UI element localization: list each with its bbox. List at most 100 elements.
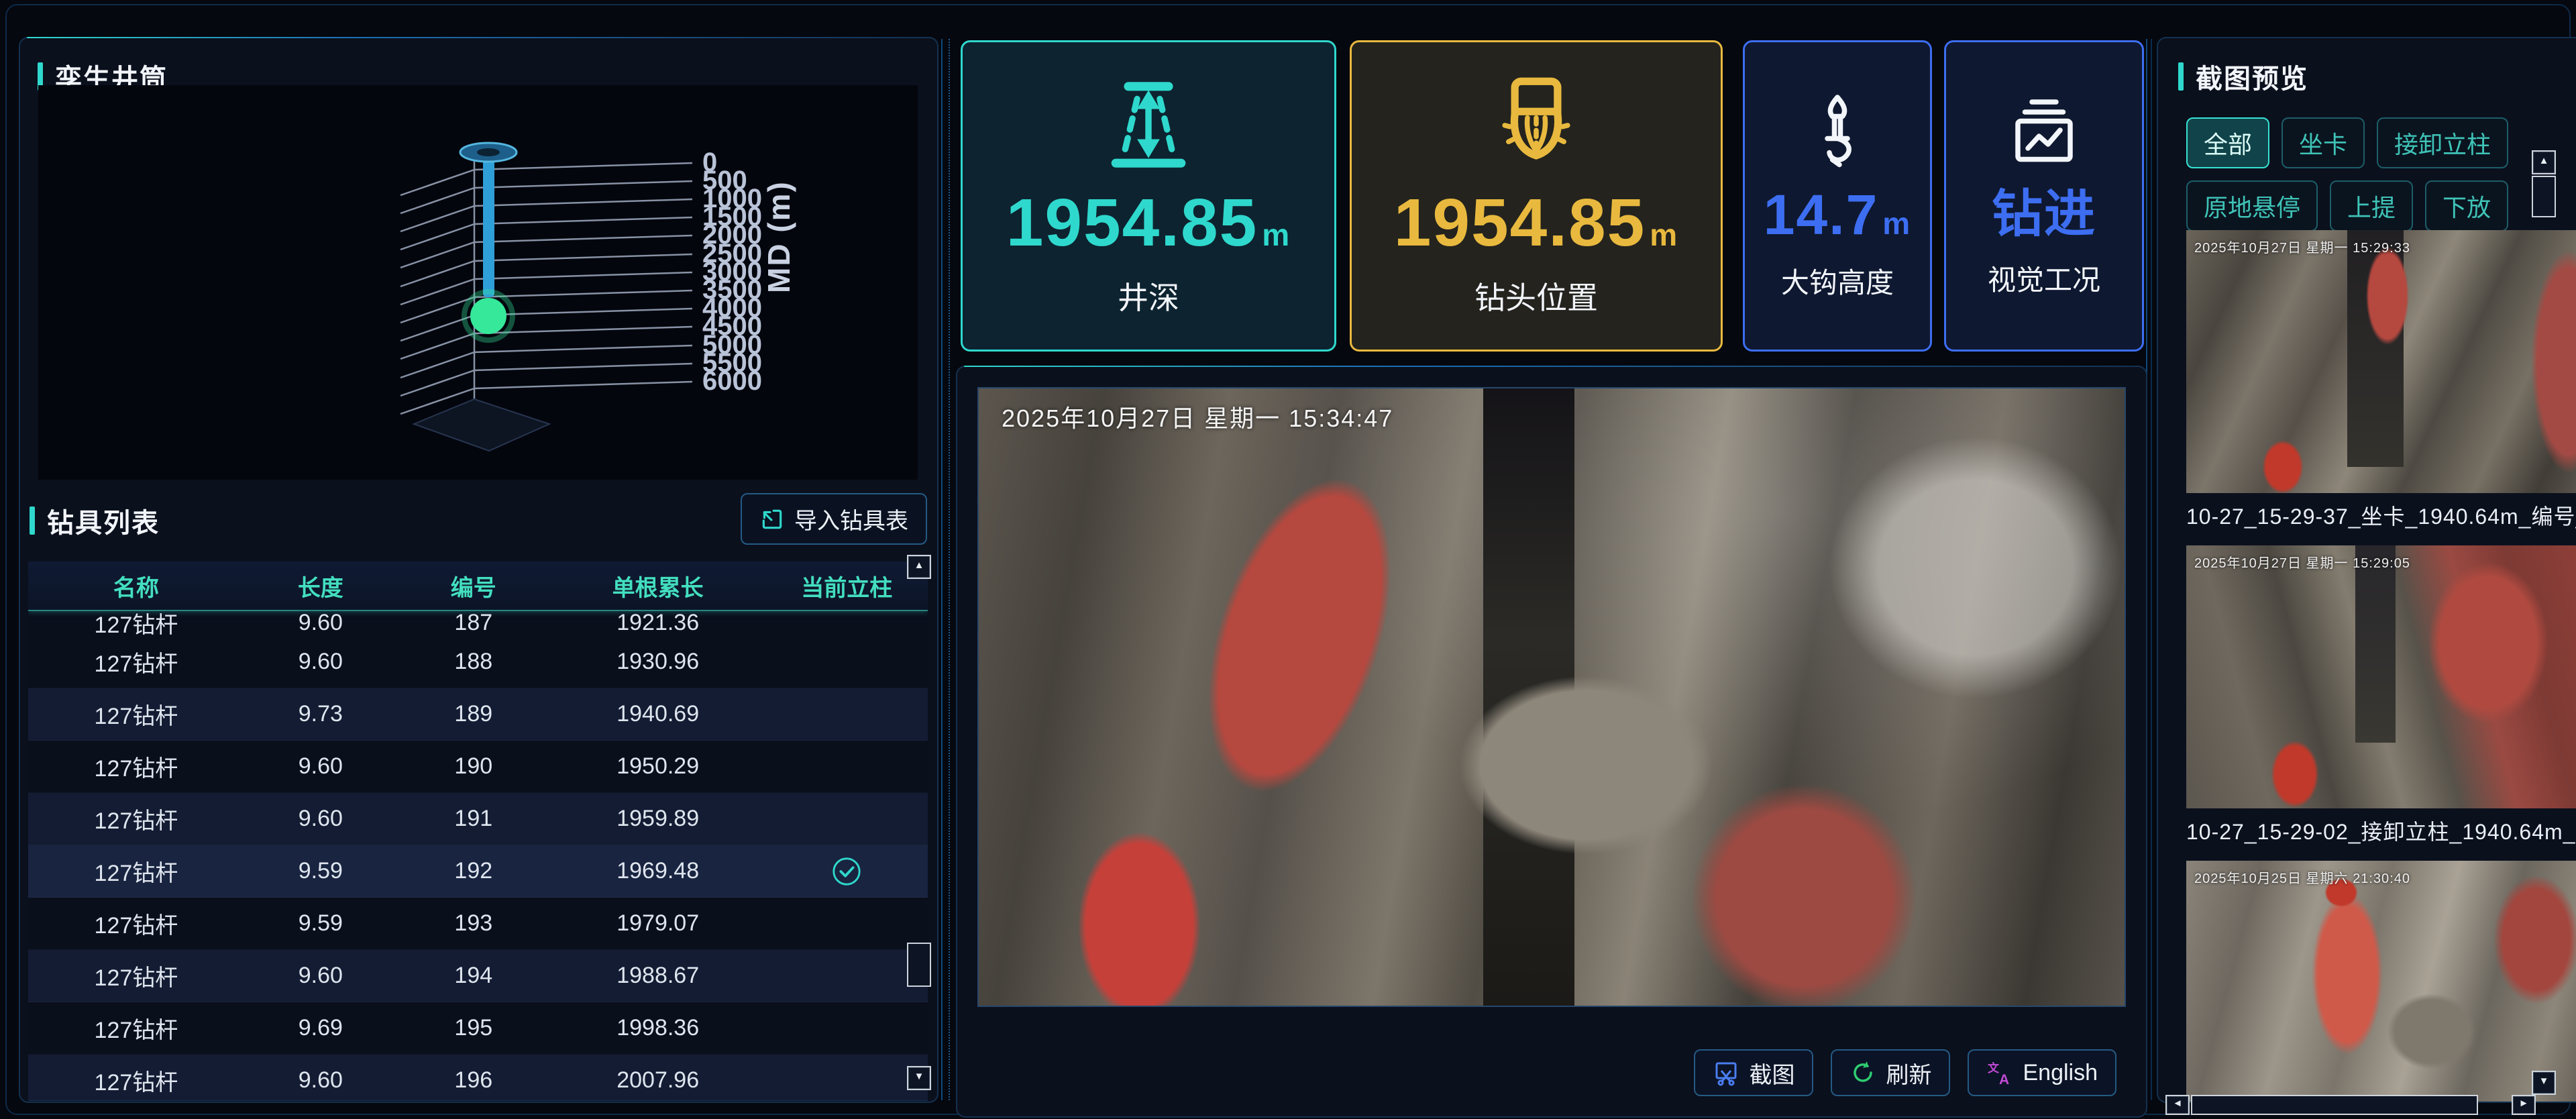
- col-length: 长度: [244, 570, 397, 602]
- screenshot-icon: [1713, 1059, 1739, 1086]
- title-accent-bar: [2178, 62, 2184, 91]
- thumb-worker-shape: [2420, 551, 2557, 735]
- cell-length: 9.60: [244, 963, 397, 989]
- cell-length: 9.60: [244, 649, 397, 675]
- condition-value-row: 钻进: [1992, 189, 2096, 240]
- cell-name: 127钻杆: [28, 907, 244, 940]
- filter-chip-stand[interactable]: 接卸立柱: [2377, 117, 2508, 168]
- translate-icon: 文 A: [1986, 1059, 2013, 1086]
- preview-title-text: 截图预览: [2196, 57, 2308, 96]
- preview-scroll-thumb[interactable]: [2532, 176, 2556, 217]
- cell-name: 127钻杆: [28, 750, 244, 783]
- screenshot-button[interactable]: 截图: [1694, 1049, 1813, 1096]
- preview-hscroll-left-button[interactable]: ◄: [2165, 1095, 2190, 1115]
- cell-cum: 1998.36: [550, 1015, 766, 1041]
- preview-scroll-up-button[interactable]: ▲: [2532, 150, 2556, 174]
- table-row[interactable]: 127钻杆 9.60 196 2007.96: [28, 1055, 928, 1101]
- table-scroll-down-button[interactable]: ▼: [907, 1066, 931, 1090]
- filter-chip-up[interactable]: 上提: [2330, 180, 2413, 231]
- filter-chip-all[interactable]: 全部: [2186, 117, 2269, 168]
- cell-name: 127钻杆: [28, 802, 244, 835]
- video-worker-shape: [1155, 431, 1444, 839]
- filter-chip-down[interactable]: 下放: [2425, 180, 2508, 231]
- divider-left-dotted: [949, 39, 951, 1100]
- language-button[interactable]: 文 A English: [1968, 1049, 2116, 1096]
- screenshot-thumbnail[interactable]: 2025年10月25日 星期六 21:30:40: [2186, 861, 2576, 1103]
- preview-hscroll-right-button[interactable]: ►: [2512, 1095, 2536, 1115]
- thumbnail-timestamp: 2025年10月25日 星期六 21:30:40: [2194, 867, 2410, 887]
- table-row[interactable]: 127钻杆 9.60 190 1950.29: [28, 741, 928, 793]
- thumb-wellhead-shape: [2379, 987, 2484, 1076]
- cell-name: 127钻杆: [28, 855, 244, 888]
- table-row-clipped: 127钻杆 9.60 187 1921.36: [28, 611, 928, 636]
- cell-length: 9.60: [244, 1067, 397, 1094]
- thumb-machine-shape: [2484, 861, 2576, 1018]
- filter-chip-hover[interactable]: 原地悬停: [2186, 180, 2318, 231]
- cell-no: 189: [397, 701, 550, 727]
- cell-length: 9.69: [244, 1015, 397, 1041]
- thumb-worker-shape: [2307, 882, 2387, 1065]
- preview-panel-title: 截图预览: [2178, 57, 2308, 96]
- cell-name: 127钻杆: [28, 698, 244, 731]
- refresh-button[interactable]: 刷新: [1831, 1049, 1950, 1096]
- cell-name: 127钻杆: [28, 1064, 244, 1097]
- cell-name: 127钻杆: [28, 611, 244, 636]
- thumb-helmet-shape: [2267, 735, 2323, 808]
- current-stand-check-icon: [831, 856, 862, 887]
- thumbnail-caption: 10-27_15-29-37_坐卡_1940.64m_编号_1: [2186, 500, 2576, 531]
- cell-cum: 1979.07: [550, 910, 766, 937]
- bit-position-value: 1954.85: [1394, 185, 1646, 260]
- import-button-label: 导入钻具表: [794, 502, 908, 535]
- bit-position-card: 1954.85m 钻头位置: [1350, 40, 1723, 352]
- cell-length: 9.59: [244, 910, 397, 937]
- filter-chip-seat[interactable]: 坐卡: [2282, 117, 2365, 168]
- table-row[interactable]: 127钻杆 9.60 191 1959.89: [28, 793, 928, 845]
- gallery-item[interactable]: 2025年10月27日 星期一 15:29:33 10-27_15-29-37_…: [2186, 230, 2576, 531]
- cell-length: 9.60: [244, 753, 397, 780]
- wellbore-3d-view[interactable]: 0 500 1000 1500 2000 2500 3000 3500 4000…: [38, 85, 918, 480]
- gallery-item[interactable]: 2025年10月25日 星期六 21:30:40 2025-10-25_21-3…: [2186, 861, 2576, 1103]
- table-scroll-up-button[interactable]: ▲: [907, 555, 931, 579]
- video-timestamp-overlay: 2025年10月27日 星期一 15:34:47: [1002, 399, 1393, 434]
- cell-cum: 1969.48: [550, 858, 766, 884]
- dashboard: 孪生井筒: [0, 0, 2576, 1119]
- hook-height-value-row: 14.7m: [1764, 186, 1911, 243]
- md-tick: 6000: [702, 366, 762, 396]
- table-row-current[interactable]: 127钻杆 9.59 192 1969.48: [28, 845, 928, 898]
- live-video-panel: 2025年10月27日 星期一 15:34:47 截图 刷新: [956, 366, 2147, 1118]
- hook-icon: [1797, 91, 1878, 172]
- wellbore-3d-drawing: 0 500 1000 1500 2000 2500 3000 3500 4000…: [38, 85, 918, 480]
- cell-no: 195: [397, 1015, 550, 1041]
- preview-hscroll-thumb[interactable]: [2191, 1095, 2478, 1115]
- thumb-machine-shape: [2524, 230, 2576, 493]
- screenshot-thumbnail[interactable]: 2025年10月27日 星期一 15:29:33: [2186, 230, 2576, 493]
- table-row[interactable]: 127钻杆 9.60 194 1988.67: [28, 950, 928, 1002]
- cell-length: 9.60: [244, 806, 397, 832]
- table-row[interactable]: 127钻杆 9.60 187 1921.36: [28, 611, 928, 636]
- cell-cum: 1940.69: [550, 701, 766, 727]
- cell-length: 9.60: [244, 611, 397, 636]
- derrick-depth-icon: [1098, 74, 1199, 174]
- md-axis-label: MD (m): [761, 180, 796, 293]
- gallery-item[interactable]: 2025年10月27日 星期一 15:29:05 10-27_15-29-02_…: [2186, 545, 2576, 846]
- table-row[interactable]: 127钻杆 9.73 189 1940.69: [28, 688, 928, 741]
- cell-no: 188: [397, 649, 550, 675]
- import-drill-table-button[interactable]: 导入钻具表: [741, 493, 927, 545]
- import-icon: [759, 507, 785, 532]
- table-row[interactable]: 127钻杆 9.69 195 1998.36: [28, 1002, 928, 1055]
- cell-cum: 1930.96: [550, 649, 766, 675]
- cell-no: 187: [397, 611, 550, 636]
- refresh-button-label: 刷新: [1886, 1057, 1931, 1089]
- screenshot-preview-panel: 截图预览 全部 坐卡 接卸立柱 原地悬停 上提 下放 2025年10月27日 星…: [2157, 37, 2576, 1103]
- preview-scroll-down-button[interactable]: ▼: [2532, 1071, 2556, 1095]
- screenshot-thumbnail[interactable]: 2025年10月27日 星期一 15:29:05: [2186, 545, 2576, 808]
- table-row[interactable]: 127钻杆 9.60 188 1930.96: [28, 636, 928, 688]
- language-button-label: English: [2023, 1060, 2098, 1086]
- bit-position-marker: [470, 298, 506, 334]
- table-row[interactable]: 127钻杆 9.59 193 1979.07: [28, 898, 928, 950]
- cell-cum: 1988.67: [550, 963, 766, 989]
- drill-bit-icon: [1486, 74, 1587, 174]
- visual-condition-card: 钻进 视觉工况: [1944, 40, 2144, 352]
- table-scroll-thumb[interactable]: [907, 943, 931, 987]
- cell-no: 191: [397, 806, 550, 832]
